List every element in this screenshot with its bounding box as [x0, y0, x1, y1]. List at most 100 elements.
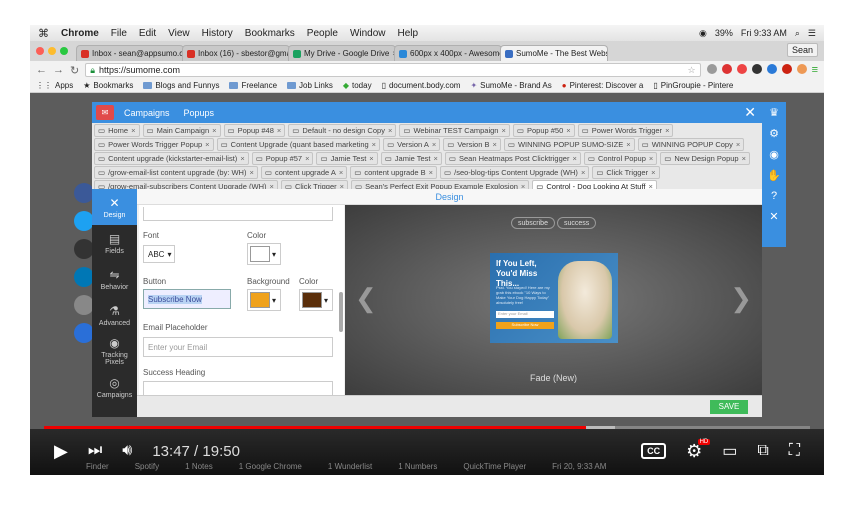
extension-icon[interactable]: [721, 64, 732, 74]
popup-tab[interactable]: ▭ Content Upgrade (quant based marketing ×: [216, 138, 381, 151]
next-arrow-icon[interactable]: ❯: [730, 283, 752, 314]
close-window-button[interactable]: [36, 47, 44, 55]
facebook-icon[interactable]: [74, 183, 94, 203]
extension-icon[interactable]: [781, 64, 792, 74]
bookmark-folder[interactable]: Freelance: [229, 81, 277, 90]
popup-tab[interactable]: ▭ Default - no design Copy ×: [288, 124, 397, 137]
popup-tab[interactable]: ▭ content upgrade B ×: [350, 166, 438, 179]
browser-tab-active[interactable]: SumoMe - The Best Websi×: [500, 45, 608, 61]
browser-tab[interactable]: 600px x 400px - Awesome×: [394, 45, 502, 61]
hand-icon[interactable]: ✋: [767, 169, 781, 182]
bookmark-item[interactable]: ★ Bookmarks: [83, 81, 133, 90]
bookmark-folder[interactable]: Job Links: [287, 81, 333, 90]
popup-tab[interactable]: ▭ Webinar TEST Campaign ×: [399, 124, 510, 137]
popup-tab[interactable]: ▭ Control Popup ×: [583, 152, 658, 165]
close-tab-icon[interactable]: ×: [388, 126, 392, 135]
bookmark-item[interactable]: ▯ document.body.com: [382, 81, 461, 90]
volume-icon[interactable]: 🔊︎: [122, 442, 132, 460]
close-tab-icon[interactable]: ×: [240, 154, 244, 163]
back-icon[interactable]: ←: [36, 64, 47, 76]
forward-icon[interactable]: →: [53, 64, 64, 76]
popup-tab[interactable]: ▭ Popup #57 ×: [251, 152, 314, 165]
chrome-menu-icon[interactable]: ≡: [812, 64, 818, 76]
video-player[interactable]: ⌘ Chrome File Edit View History Bookmark…: [30, 25, 824, 475]
close-tab-icon[interactable]: ×: [626, 140, 630, 149]
menu-people[interactable]: People: [307, 28, 338, 39]
bookmark-item[interactable]: ● Pinterest: Discover a: [562, 81, 644, 90]
popup-tab[interactable]: ▭ Jamie Test ×: [316, 152, 378, 165]
menu-window[interactable]: Window: [350, 28, 386, 39]
menu-list-icon[interactable]: ☰: [808, 28, 816, 39]
button-background-picker[interactable]: ▾: [247, 289, 281, 311]
popup-tab[interactable]: ▭/grow-email-list content upgrade (by: W…: [94, 166, 258, 179]
popup-tab[interactable]: ▭ Content upgrade (kickstarter-email-list…: [94, 152, 249, 165]
minimize-window-button[interactable]: [48, 47, 56, 55]
close-tab-icon[interactable]: ×: [651, 168, 655, 177]
eye-icon[interactable]: ◉: [769, 148, 779, 161]
zoom-window-button[interactable]: [60, 47, 68, 55]
cast-icon[interactable]: ⧉: [757, 442, 768, 460]
menu-help[interactable]: Help: [398, 28, 419, 39]
popup-tab[interactable]: ▭ Power Words Trigger ×: [577, 124, 674, 137]
popup-tab[interactable]: ▭ Power Words Trigger Popup ×: [94, 138, 214, 151]
battery-status[interactable]: 39%: [715, 28, 733, 38]
close-tab-icon[interactable]: ×: [492, 140, 496, 149]
sumome-logo-icon[interactable]: ✉: [96, 105, 114, 120]
close-tab-icon[interactable]: ×: [212, 126, 216, 135]
browser-tab[interactable]: Inbox (16) - sbestor@gmail×: [182, 45, 290, 61]
captions-button[interactable]: CC: [641, 443, 667, 459]
bookmark-folder[interactable]: Blogs and Funnys: [143, 81, 219, 90]
search-icon[interactable]: ⌕: [795, 28, 800, 39]
success-view-toggle[interactable]: success: [557, 217, 597, 229]
close-tab-icon[interactable]: ×: [501, 126, 505, 135]
sidebar-item-tracking-pixels[interactable]: ◉ Tracking Pixels: [92, 333, 137, 369]
bookmark-item[interactable]: ◆ today: [343, 81, 372, 90]
popup-tab[interactable]: ▭ WINNING POPUP SUMO-SIZE ×: [503, 138, 635, 151]
sidebar-item-campaigns[interactable]: ◎ Campaigns: [92, 369, 137, 405]
browser-tab[interactable]: Inbox - sean@appsumo.co×: [76, 45, 184, 61]
sidebar-item-fields[interactable]: ▤ Fields: [92, 225, 137, 261]
close-tab-icon[interactable]: ×: [369, 154, 373, 163]
apple-icon[interactable]: ⌘: [38, 27, 49, 40]
subscribe-view-toggle[interactable]: subscribe: [511, 217, 555, 229]
popup-tab[interactable]: ▭ Main Campaign ×: [142, 124, 221, 137]
clock[interactable]: Fri 9:33 AM: [741, 28, 787, 38]
profile-button[interactable]: Sean: [786, 43, 818, 57]
button-text-input[interactable]: Subscribe Now: [143, 289, 231, 309]
close-tab-icon[interactable]: ×: [581, 168, 585, 177]
fullscreen-icon[interactable]: ⛶: [789, 442, 800, 460]
close-tab-icon[interactable]: ×: [566, 126, 570, 135]
extension-icon[interactable]: [751, 64, 762, 74]
email-icon[interactable]: [74, 295, 94, 315]
menu-view[interactable]: View: [168, 28, 190, 39]
close-tab-icon[interactable]: ×: [429, 168, 433, 177]
popup-tab[interactable]: ▭ Popup #50 ×: [512, 124, 575, 137]
bookmark-apps[interactable]: ⋮⋮ Apps: [36, 81, 73, 90]
menu-chrome[interactable]: Chrome: [61, 28, 99, 39]
menu-bookmarks[interactable]: Bookmarks: [245, 28, 295, 39]
popup-tab[interactable]: ▭ Jamie Test ×: [380, 152, 442, 165]
close-tab-icon[interactable]: ×: [742, 154, 746, 163]
previous-textarea[interactable]: [143, 207, 333, 221]
button-text-color-picker[interactable]: ▾: [299, 289, 333, 311]
popup-tab[interactable]: ▭ WINNING POPUP Copy ×: [637, 138, 745, 151]
wifi-icon[interactable]: ◉: [699, 28, 707, 39]
bookmark-item[interactable]: ▯ PinGroupie - Pintere: [653, 81, 733, 90]
sidebar-item-advanced[interactable]: ⚗ Advanced: [92, 297, 137, 333]
popup-tab[interactable]: ▭ content upgrade A ×: [260, 166, 348, 179]
nav-campaigns[interactable]: Campaigns: [124, 108, 170, 118]
close-tab-icon[interactable]: ×: [665, 126, 669, 135]
play-icon[interactable]: ▶: [54, 441, 68, 462]
nav-popups[interactable]: Popups: [184, 108, 215, 118]
success-heading-input[interactable]: [143, 381, 333, 395]
close-tab-icon[interactable]: ×: [372, 140, 376, 149]
close-icon[interactable]: ✕: [744, 104, 756, 121]
menu-file[interactable]: File: [111, 28, 127, 39]
close-tab-icon[interactable]: ×: [649, 154, 653, 163]
close-tab-icon[interactable]: ×: [131, 126, 135, 135]
email-placeholder-input[interactable]: Enter your Email: [143, 337, 333, 357]
extension-icon[interactable]: [736, 64, 747, 74]
font-select[interactable]: ABC ▾: [143, 245, 175, 263]
close-tab-icon[interactable]: ×: [434, 154, 438, 163]
extension-icon[interactable]: [796, 64, 807, 74]
